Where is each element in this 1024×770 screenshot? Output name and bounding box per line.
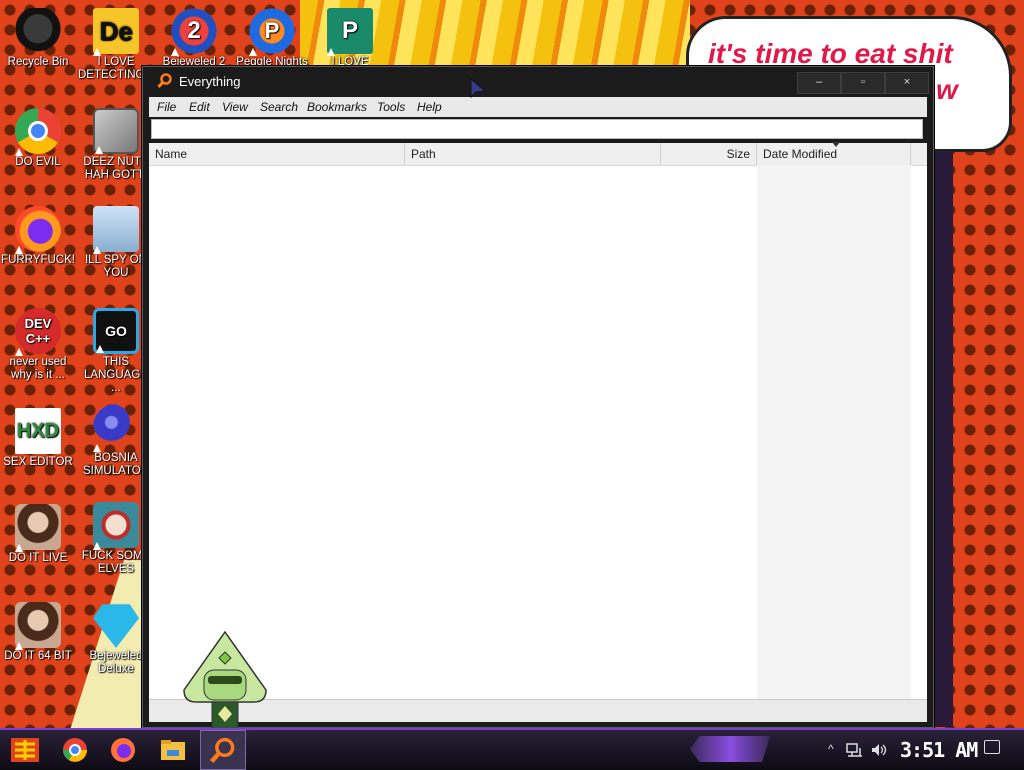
column-header-name[interactable]: Name: [149, 143, 405, 165]
desktop-icon-label: DO IT 64 BIT: [4, 650, 72, 662]
taskbar: ^ 3:51 AM: [0, 728, 1024, 770]
window-titlebar[interactable]: Everything – ▫ ×: [143, 67, 933, 95]
peggle-icon: P: [249, 8, 295, 56]
taskbar-file-explorer-icon[interactable]: [156, 734, 190, 766]
windows-stack-icon: [93, 108, 139, 154]
desktop-icon-do-it-live[interactable]: DO IT LIVE: [0, 504, 76, 565]
hxd-icon: HXD: [15, 408, 61, 454]
desktop-icon-firefox[interactable]: FURRYFUCK!: [0, 206, 76, 267]
everything-search-icon: [209, 737, 235, 763]
diamond-icon: [93, 604, 139, 648]
column-header-path[interactable]: Path: [405, 143, 661, 165]
network-tray-icon[interactable]: [846, 742, 864, 758]
menu-bookmarks[interactable]: Bookmarks: [307, 100, 367, 114]
desktop-icon-recycle-bin[interactable]: Recycle Bin: [0, 8, 76, 69]
desktop-icon-label: Recycle Bin: [7, 56, 69, 68]
detective-game-icon: De: [93, 8, 139, 56]
magnifier-icon: [157, 73, 172, 88]
tray-chevron-icon[interactable]: ^: [828, 742, 834, 756]
menu-search[interactable]: Search: [260, 100, 298, 114]
recycle-bin-icon: [15, 8, 61, 54]
peridot-character-image: [183, 630, 267, 730]
desktop-icon-chrome[interactable]: DO EVIL: [0, 108, 76, 169]
menu-view[interactable]: View: [222, 100, 248, 114]
sort-descending-icon: [832, 142, 840, 147]
notification-center-icon[interactable]: [984, 740, 1000, 754]
mouse-cursor-icon: [470, 78, 486, 99]
desktop-icon-publisher[interactable]: P I LOVE: [312, 8, 388, 69]
publisher-icon: P: [327, 8, 373, 56]
speech-line-1: it's time to eat shit: [708, 38, 953, 69]
taskbar-firefox-icon[interactable]: [106, 734, 140, 766]
search-input[interactable]: [151, 119, 923, 139]
desktop-icon-label: DO EVIL: [15, 156, 61, 168]
taskbar-chrome-icon[interactable]: [58, 734, 92, 766]
sorted-column-shade: [757, 165, 911, 699]
taskbar-decoration: [690, 736, 770, 762]
menu-bar: File Edit View Search Bookmarks Tools He…: [149, 97, 927, 117]
menu-file[interactable]: File: [157, 100, 176, 114]
desktop-icon-bejeweled-2[interactable]: 2 Bejeweled 2: [156, 8, 232, 69]
taskbar-clock[interactable]: 3:51 AM: [900, 738, 978, 762]
desktop-icon-devcpp[interactable]: DEV C++ never used why is it ...: [0, 308, 76, 382]
firefox-icon: [15, 206, 61, 254]
column-header-row: Name Path Size Date Modified: [149, 142, 927, 166]
elf-icon: [93, 502, 139, 550]
goland-icon: GO: [93, 308, 139, 354]
window-title: Everything: [179, 74, 241, 89]
portrait-icon: [15, 504, 61, 552]
volume-icon[interactable]: [870, 742, 888, 758]
devcpp-icon: DEV C++: [15, 308, 61, 356]
bejeweled2-icon: 2: [171, 8, 217, 56]
results-list[interactable]: Name Path Size Date Modified: [149, 142, 927, 699]
taskbar-everything-button[interactable]: [200, 730, 246, 770]
desktop-icon-hxd[interactable]: HXD SEX EDITOR: [0, 408, 76, 469]
everything-window: Everything – ▫ × File Edit View Search B…: [142, 66, 934, 728]
minimize-button[interactable]: –: [797, 72, 841, 94]
desktop-icon-label: never used why is it ...: [9, 356, 67, 381]
menu-edit[interactable]: Edit: [189, 100, 210, 114]
desktop-icon-label: SEX EDITOR: [3, 456, 73, 468]
column-header-size[interactable]: Size: [661, 143, 757, 165]
maximize-button[interactable]: ▫: [841, 72, 885, 94]
menu-help[interactable]: Help: [417, 100, 442, 114]
desktop-icon-label: DO IT LIVE: [8, 552, 68, 564]
chrome-icon: [15, 108, 61, 156]
desktop-icon-label: FURRYFUCK!: [1, 254, 75, 266]
desktop-icon-do-it-64-bit[interactable]: DO IT 64 BIT: [0, 602, 76, 663]
menu-tools[interactable]: Tools: [377, 100, 405, 114]
network-icon: [93, 206, 139, 254]
portrait64-icon: [15, 602, 61, 650]
close-button[interactable]: ×: [885, 72, 929, 94]
desktop-icon-peggle[interactable]: P Peggle Nights: [234, 8, 310, 69]
start-icon[interactable]: [8, 734, 42, 766]
mine-icon: [93, 404, 139, 452]
